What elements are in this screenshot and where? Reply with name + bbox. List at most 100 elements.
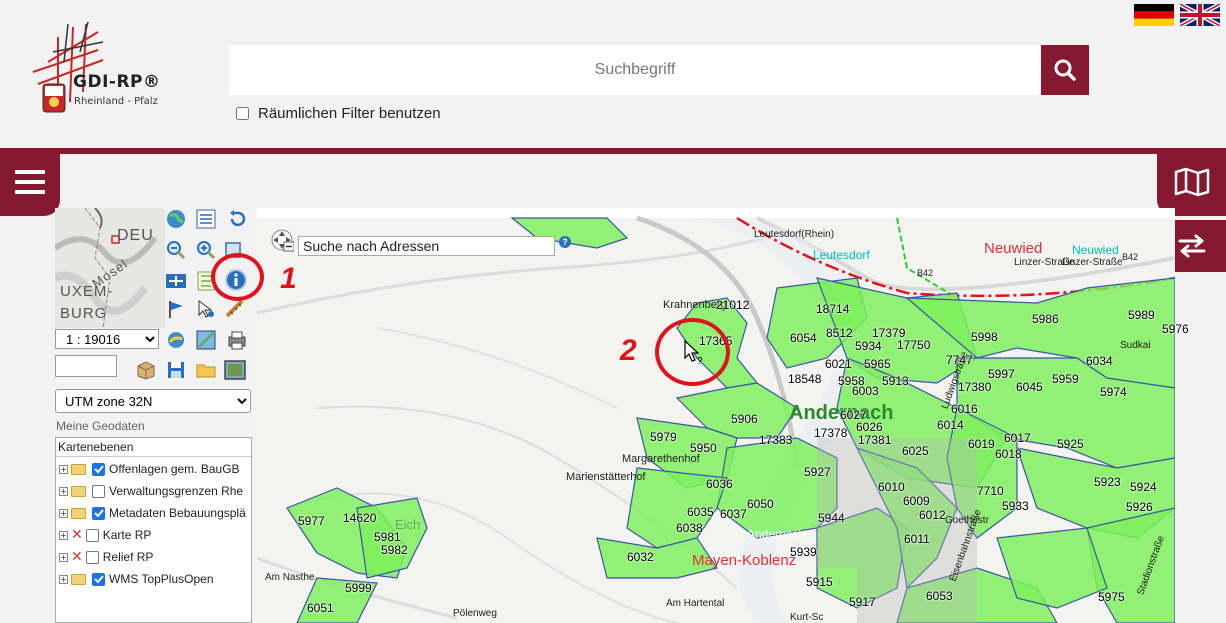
- layer-item[interactable]: + ✕ Karte RP: [59, 526, 151, 544]
- parcel-number[interactable]: 6032: [627, 550, 654, 564]
- layer-list-icon[interactable]: [195, 208, 217, 230]
- parcel-number[interactable]: 7747: [946, 353, 973, 367]
- parcel-number[interactable]: 17380: [958, 380, 991, 394]
- parcel-number[interactable]: 5965: [864, 357, 891, 371]
- parcel-number[interactable]: 6014: [937, 418, 964, 432]
- uk-flag-icon[interactable]: [1180, 4, 1220, 26]
- parcel-number[interactable]: 5989: [1128, 308, 1155, 322]
- save-icon[interactable]: [165, 359, 187, 381]
- parcel-number[interactable]: 5979: [650, 430, 677, 444]
- parcel-number[interactable]: 14620: [343, 511, 376, 525]
- zoom-in-icon[interactable]: [195, 239, 217, 261]
- parcel-number[interactable]: 6050: [747, 497, 774, 511]
- german-flag-icon[interactable]: [1134, 4, 1174, 26]
- parcel-number[interactable]: 5950: [690, 441, 717, 455]
- folder-icon[interactable]: [195, 359, 217, 381]
- parcel-number[interactable]: 6054: [790, 331, 817, 345]
- help-icon[interactable]: ?: [559, 236, 571, 248]
- layer-item[interactable]: + WMS TopPlusOpen: [59, 570, 214, 588]
- coordinate-input[interactable]: [55, 355, 117, 377]
- map-view-button[interactable]: [1157, 148, 1226, 216]
- gps-icon[interactable]: [165, 329, 187, 351]
- zoom-out-icon[interactable]: [165, 239, 187, 261]
- pan-icon[interactable]: [165, 270, 187, 292]
- layer-checkbox[interactable]: [85, 550, 99, 564]
- parcel-number[interactable]: 6038: [676, 521, 703, 535]
- parcel-number[interactable]: 6009: [903, 494, 930, 508]
- parcel-number[interactable]: 6017: [1004, 431, 1031, 445]
- parcel-number[interactable]: 6021: [825, 357, 852, 371]
- parcel-number[interactable]: 17750: [897, 338, 930, 352]
- parcel-number[interactable]: 18714: [816, 302, 849, 316]
- parcel-number[interactable]: 5977: [298, 514, 325, 528]
- parcel-number[interactable]: 5913: [882, 374, 909, 388]
- measure-icon[interactable]: [224, 298, 246, 320]
- scale-select[interactable]: 1 : 19016: [55, 329, 159, 349]
- parcel-number[interactable]: 6018: [995, 447, 1022, 461]
- parcel-number[interactable]: 18548: [788, 372, 821, 386]
- layer-item[interactable]: + ✕ Relief RP: [59, 548, 153, 566]
- layer-item[interactable]: + Metadaten Bebauungsplä: [59, 504, 246, 522]
- parcel-number[interactable]: 6053: [926, 589, 953, 603]
- parcel-number[interactable]: 5933: [1002, 499, 1029, 513]
- parcel-number[interactable]: 5999: [345, 581, 372, 595]
- parcel-number[interactable]: 5982: [381, 543, 408, 557]
- parcel-number[interactable]: 5923: [1094, 475, 1121, 489]
- parcel-number[interactable]: 7710: [977, 484, 1004, 498]
- parcel-number[interactable]: 5997: [988, 367, 1015, 381]
- parcel-number[interactable]: 6016: [951, 402, 978, 416]
- map-navigation-widget[interactable]: [270, 228, 295, 252]
- undo-icon[interactable]: [226, 208, 248, 230]
- parcel-number[interactable]: 5906: [731, 412, 758, 426]
- spatial-filter-option[interactable]: Räumlichen Filter benutzen: [236, 105, 441, 122]
- layer-checkbox[interactable]: [92, 506, 105, 520]
- parcel-number[interactable]: 5939: [790, 545, 817, 559]
- layer-checkbox[interactable]: [92, 462, 105, 476]
- parcel-number[interactable]: 5986: [1032, 312, 1059, 326]
- parcel-number[interactable]: 21012: [716, 298, 749, 312]
- parcel-number[interactable]: 5925: [1057, 437, 1084, 451]
- layer-checkbox[interactable]: [85, 528, 99, 542]
- parcel-number[interactable]: 5927: [804, 465, 831, 479]
- parcel-number[interactable]: 6026: [856, 420, 883, 434]
- parcel-number[interactable]: 6011: [904, 532, 930, 546]
- route-icon[interactable]: [195, 329, 217, 351]
- parcel-number[interactable]: 8512: [826, 326, 853, 340]
- address-search-input[interactable]: [298, 236, 555, 256]
- parcel-number[interactable]: 5944: [818, 511, 845, 525]
- layer-item[interactable]: + Offenlagen gem. BauGB: [59, 460, 240, 478]
- expand-icon[interactable]: +: [59, 552, 68, 562]
- crs-select[interactable]: UTM zone 32N: [55, 389, 251, 413]
- parcel-number[interactable]: 5998: [971, 330, 998, 344]
- parcel-number[interactable]: 5915: [806, 575, 833, 589]
- flag-icon[interactable]: [165, 298, 187, 320]
- parcel-number[interactable]: 6003: [852, 384, 879, 398]
- parcel-number[interactable]: 6019: [968, 437, 995, 451]
- parcel-number[interactable]: 5924: [1130, 480, 1157, 494]
- parcel-number[interactable]: 5981: [374, 530, 401, 544]
- print-icon[interactable]: [226, 329, 248, 351]
- parcel-number[interactable]: 6034: [1086, 354, 1113, 368]
- layer-item[interactable]: + Verwaltungsgrenzen Rhe: [59, 482, 243, 500]
- parcel-number[interactable]: 17378: [814, 426, 847, 440]
- select-icon[interactable]: [195, 298, 217, 320]
- parcel-number[interactable]: 6025: [902, 444, 929, 458]
- parcel-number[interactable]: 17383: [759, 433, 792, 447]
- spatial-filter-checkbox[interactable]: [236, 107, 249, 120]
- expand-icon[interactable]: +: [59, 464, 68, 474]
- expand-icon[interactable]: +: [59, 508, 68, 518]
- search-input[interactable]: [229, 45, 1041, 95]
- parcel-number[interactable]: 6037: [720, 507, 747, 521]
- expand-icon[interactable]: +: [59, 530, 68, 540]
- parcel-number[interactable]: 17381: [858, 433, 891, 447]
- parcel-number[interactable]: 5917: [849, 595, 876, 609]
- layer-checkbox[interactable]: [92, 484, 105, 498]
- parcel-number[interactable]: 6012: [919, 508, 946, 522]
- parcel-number[interactable]: 6045: [1016, 380, 1043, 394]
- parcel-number[interactable]: 6051: [307, 601, 334, 615]
- search-button[interactable]: [1041, 45, 1089, 95]
- parcel-number[interactable]: 6010: [878, 480, 905, 494]
- layer-checkbox[interactable]: [92, 572, 105, 586]
- expand-icon[interactable]: +: [59, 486, 68, 496]
- parcel-number[interactable]: 5974: [1100, 385, 1127, 399]
